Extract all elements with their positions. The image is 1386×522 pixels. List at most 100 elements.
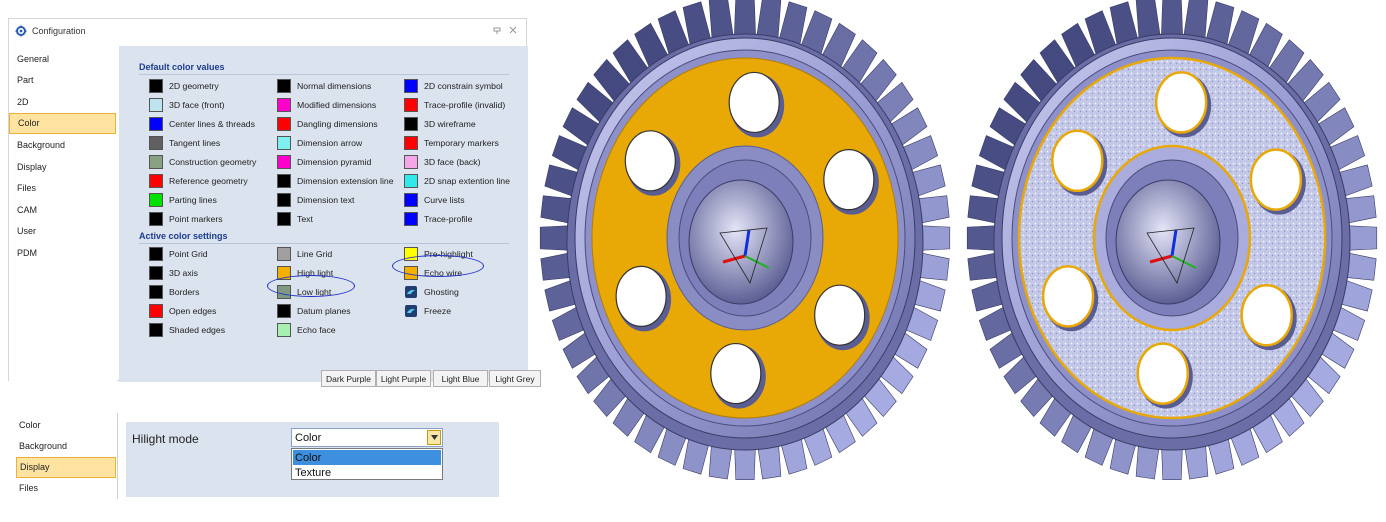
nav-item-color[interactable]: Color [16,414,116,435]
color-swatch[interactable] [149,97,163,112]
color-setting-dimension-arrow[interactable]: Dimension arrow [277,135,362,150]
nav-item-2d[interactable]: 2D [9,91,116,112]
chevron-down-icon[interactable] [427,430,441,445]
color-swatch[interactable] [277,303,291,318]
color-swatch[interactable] [277,322,291,337]
color-setting-3d-face-back-[interactable]: 3D face (back) [404,154,481,169]
nav-item-files[interactable]: Files [16,478,116,499]
color-setting-dimension-pyramid[interactable]: Dimension pyramid [277,154,371,169]
color-swatch[interactable] [277,192,291,207]
color-setting-reference-geometry[interactable]: Reference geometry [149,173,248,188]
color-swatch[interactable] [277,154,291,169]
close-icon[interactable] [508,25,518,35]
color-setting-point-grid[interactable]: Point Grid [149,246,208,261]
color-swatch[interactable] [277,246,291,261]
color-setting-ghosting[interactable]: Ghosting [404,284,459,299]
color-swatch[interactable] [404,97,418,112]
gear-viewport-texture[interactable] [962,0,1382,522]
color-swatch[interactable] [404,173,418,188]
pin-icon[interactable] [492,25,502,35]
color-setting-2d-constrain-symbol[interactable]: 2D constrain symbol [404,78,503,93]
color-setting-trace-profile-invalid-[interactable]: Trace-profile (invalid) [404,97,505,112]
color-swatch[interactable] [404,192,418,207]
color-swatch[interactable] [149,173,163,188]
gear-model[interactable] [966,0,1378,480]
dropdown-option-texture[interactable]: Texture [293,465,441,480]
color-swatch[interactable] [404,154,418,169]
hilight-mode-combo[interactable]: Color [291,428,443,447]
color-swatch[interactable] [277,97,291,112]
color-swatch[interactable] [149,246,163,261]
preset-light-grey-button[interactable]: Light Grey [489,370,541,387]
color-setting-shaded-edges[interactable]: Shaded edges [149,322,225,337]
nav-item-user[interactable]: User [9,221,116,242]
color-setting-dangling-dimensions[interactable]: Dangling dimensions [277,116,378,131]
nav-item-general[interactable]: General [9,48,116,69]
color-setting-3d-face-front-[interactable]: 3D face (front) [149,97,225,112]
color-swatch[interactable] [149,116,163,131]
nav-item-pdm[interactable]: PDM [9,242,116,263]
color-setting-3d-axis[interactable]: 3D axis [149,265,198,280]
color-setting-2d-geometry[interactable]: 2D geometry [149,78,219,93]
color-swatch[interactable] [149,303,163,318]
color-setting-trace-profile[interactable]: Trace-profile [404,211,472,226]
nav-item-cam[interactable]: CAM [9,199,116,220]
color-swatch[interactable] [149,192,163,207]
dropdown-option-color[interactable]: Color [293,450,441,465]
gear-viewport-color[interactable] [535,0,955,522]
gear-model[interactable] [539,0,951,480]
color-setting-label: Dimension arrow [297,137,363,148]
color-swatch[interactable] [404,116,418,131]
color-swatch[interactable] [404,78,418,93]
color-setting-center-lines-threads[interactable]: Center lines & threads [149,116,255,131]
color-setting-borders[interactable]: Borders [149,284,199,299]
color-setting-2d-snap-extention-line[interactable]: 2D snap extention line [404,173,510,188]
color-swatch[interactable] [404,211,418,226]
color-setting-line-grid[interactable]: Line Grid [277,246,332,261]
color-swatch[interactable] [277,135,291,150]
color-setting-tangent-lines[interactable]: Tangent lines [149,135,220,150]
preset-light-purple-button[interactable]: Light Purple [376,370,431,387]
ghost-icon[interactable] [404,285,418,299]
color-swatch[interactable] [149,284,163,299]
color-setting-normal-dimensions[interactable]: Normal dimensions [277,78,371,93]
color-swatch[interactable] [149,78,163,93]
color-setting-text[interactable]: Text [277,211,313,226]
color-setting-temporary-markers[interactable]: Temporary markers [404,135,499,150]
color-setting-3d-wireframe[interactable]: 3D wireframe [404,116,476,131]
color-swatch[interactable] [149,135,163,150]
nav-item-color[interactable]: Color [9,112,116,134]
nav-item-background[interactable]: Background [9,134,116,155]
color-setting-dimension-extension-line[interactable]: Dimension extension line [277,173,394,188]
freeze-icon[interactable] [404,304,418,318]
nav-item-display[interactable]: Display [9,156,116,177]
nav-item-part[interactable]: Part [9,70,116,91]
color-setting-dimension-text[interactable]: Dimension text [277,192,354,207]
color-swatch[interactable] [149,322,163,337]
color-swatch[interactable] [149,154,163,169]
color-swatch[interactable] [277,173,291,188]
color-setting-echo-face[interactable]: Echo face [277,322,336,337]
color-setting-parting-lines[interactable]: Parting lines [149,192,217,207]
preset-light-blue-button[interactable]: Light Blue [433,370,488,387]
color-swatch[interactable] [404,135,418,150]
color-swatch[interactable] [277,211,291,226]
color-setting-modified-dimensions[interactable]: Modified dimensions [277,97,376,112]
color-swatch[interactable] [277,116,291,131]
hilight-mode-label: Hilight mode [132,432,199,446]
color-setting-open-edges[interactable]: Open edges [149,303,216,318]
color-setting-construction-geometry[interactable]: Construction geometry [149,154,256,169]
color-swatch[interactable] [149,265,163,280]
color-setting-label: Point markers [169,213,223,224]
color-setting-label: Center lines & threads [169,118,255,129]
nav-item-display[interactable]: Display [16,456,116,478]
color-setting-freeze[interactable]: Freeze [404,303,451,318]
color-swatch[interactable] [277,78,291,93]
color-setting-point-markers[interactable]: Point markers [149,211,223,226]
color-setting-curve-lists[interactable]: Curve lists [404,192,465,207]
nav-item-background[interactable]: Background [16,435,116,456]
color-setting-datum-planes[interactable]: Datum planes [277,303,351,318]
color-swatch[interactable] [149,211,163,226]
preset-dark-purple-button[interactable]: Dark Purple [321,370,376,387]
nav-item-files[interactable]: Files [9,178,116,199]
